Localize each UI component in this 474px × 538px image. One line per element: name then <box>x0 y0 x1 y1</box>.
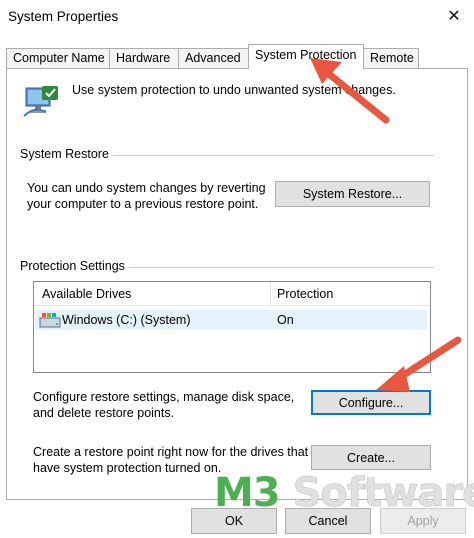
column-header-protection[interactable]: Protection <box>277 287 333 301</box>
create-description-line1: Create a restore point right now for the… <box>33 445 309 459</box>
tab-computer-name[interactable]: Computer Name <box>6 48 110 69</box>
create-button[interactable]: Create... <box>311 445 431 470</box>
window-title: System Properties <box>8 9 119 24</box>
configure-description: Configure restore settings, manage disk … <box>33 389 294 421</box>
tab-hardware[interactable]: Hardware <box>109 48 179 69</box>
system-restore-description: You can undo system changes by reverting… <box>27 180 266 212</box>
system-restore-description-line1: You can undo system changes by reverting <box>27 181 266 195</box>
system-protection-computer-icon <box>23 86 58 117</box>
create-description-line2: have system protection turned on. <box>33 461 222 475</box>
system-properties-window: System Properties ✕ Computer Name Hardwa… <box>0 0 474 538</box>
drive-name: Windows (C:) (System) <box>62 313 191 327</box>
system-restore-button[interactable]: System Restore... <box>275 181 430 207</box>
ok-button[interactable]: OK <box>191 508 277 534</box>
apply-button[interactable]: Apply <box>380 508 466 534</box>
drive-protection-status: On <box>277 313 294 327</box>
available-drives-list[interactable]: Available Drives Protection Windows (C:)… <box>33 281 431 373</box>
configure-description-line1: Configure restore settings, manage disk … <box>33 390 295 404</box>
create-description: Create a restore point right now for the… <box>33 444 308 476</box>
system-restore-group-label: System Restore <box>20 147 113 161</box>
intro-text: Use system protection to undo unwanted s… <box>72 83 396 97</box>
tab-system-protection[interactable]: System Protection <box>248 44 364 69</box>
close-button[interactable]: ✕ <box>442 4 466 28</box>
drives-list-header: Available Drives Protection <box>34 282 430 306</box>
drive-icon <box>39 313 61 328</box>
configure-description-line2: and delete restore points. <box>33 406 175 420</box>
tab-advanced[interactable]: Advanced <box>178 48 250 69</box>
protection-settings-group-label: Protection Settings <box>20 259 129 273</box>
cancel-button[interactable]: Cancel <box>285 508 371 534</box>
title-bar: System Properties ✕ <box>0 0 474 34</box>
tab-strip: Computer Name Hardware Advanced System P… <box>6 44 468 69</box>
system-restore-description-line2: your computer to a previous restore poin… <box>27 197 259 211</box>
tab-remote[interactable]: Remote <box>363 48 419 69</box>
column-separator <box>270 282 271 306</box>
close-icon: ✕ <box>447 8 461 25</box>
configure-button[interactable]: Configure... <box>311 390 431 415</box>
table-row[interactable]: Windows (C:) (System) On <box>35 310 427 330</box>
column-header-available-drives[interactable]: Available Drives <box>42 287 131 301</box>
